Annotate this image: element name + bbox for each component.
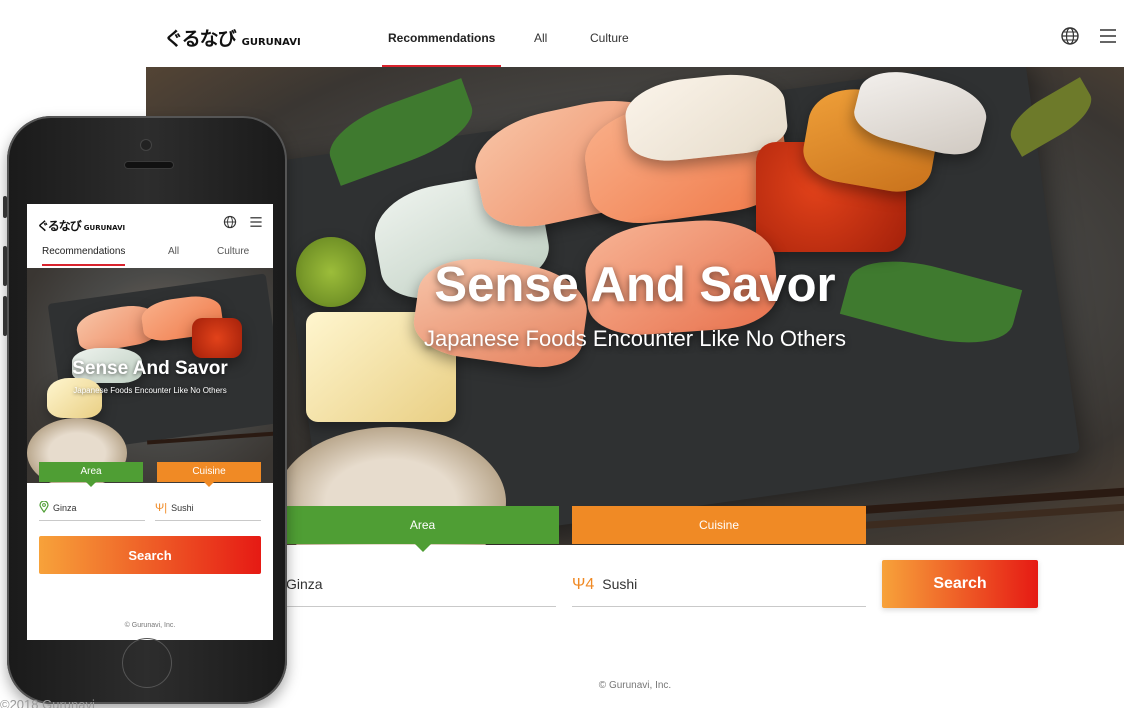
globe-icon[interactable] (223, 215, 237, 234)
cuisine-tab[interactable]: Cuisine (157, 462, 261, 487)
hero-banner: Sense And Savor Japanese Foods Encounter… (27, 268, 273, 483)
cuisine-value: Sushi (171, 502, 194, 513)
footer-copyright: © Gurunavi, Inc. (598, 680, 672, 691)
phone-speaker (125, 162, 173, 168)
fork-knife-icon: Ψ4 (572, 575, 595, 593)
map-pin-icon (39, 499, 49, 515)
phone-side-button (3, 196, 7, 218)
area-value: Ginza (286, 575, 323, 592)
fork-knife-icon: Ψ| (155, 501, 168, 514)
cuisine-field[interactable]: Ψ| Sushi (155, 495, 261, 521)
logo-japanese: ぐるなび (164, 28, 237, 50)
site-header: ぐるなび GURUNAVI Recommendations All Cultur… (146, 0, 1124, 67)
globe-icon[interactable] (1060, 26, 1080, 51)
ikura-sushi-image (192, 318, 242, 358)
area-tab[interactable]: Area (39, 462, 143, 487)
phone-screen: ぐるなび GURUNAVI Recommendations All Cultur… (27, 204, 273, 640)
cuisine-value: Sushi (602, 575, 638, 592)
footer-copyright: © Gurunavi, Inc. (124, 622, 176, 629)
phone-mockup: ぐるなび GURUNAVI Recommendations All Cultur… (3, 116, 287, 704)
hero-subtitle: Japanese Foods Encounter Like No Others (73, 386, 227, 395)
phone-camera (141, 140, 151, 150)
hero-banner: Sense And Savor Japanese Foods Encounter… (146, 67, 1124, 545)
tab-all[interactable]: All (168, 246, 179, 266)
area-field[interactable]: Ginza (39, 495, 145, 521)
logo-english: GURUNAVI (241, 37, 301, 48)
phone-side-button (3, 296, 7, 336)
gurunavi-logo[interactable]: ぐるなび GURUNAVI (164, 24, 301, 51)
area-field[interactable]: Ginza (286, 562, 556, 607)
cuisine-field[interactable]: Ψ4 Sushi (572, 562, 866, 607)
area-value: Ginza (53, 502, 77, 513)
tab-recommendations[interactable]: Recommendations (381, 31, 502, 67)
tab-all[interactable]: All (534, 31, 547, 67)
desktop-mockup: ぐるなび GURUNAVI Recommendations All Cultur… (146, 0, 1124, 708)
area-tab[interactable]: Area (286, 506, 559, 552)
logo-english: GURUNAVI (83, 224, 126, 232)
hamburger-menu-icon[interactable] (1098, 26, 1118, 51)
search-button[interactable]: Search (882, 560, 1038, 608)
image-copyright: ©2018 Gurunavi (0, 697, 95, 708)
phone-home-button (122, 638, 172, 688)
tab-culture[interactable]: Culture (590, 31, 629, 67)
hero-title: Sense And Savor (434, 258, 836, 312)
hero-title: Sense And Savor (72, 358, 228, 379)
gari-ginger-image (47, 378, 102, 418)
cuisine-tab[interactable]: Cuisine (572, 506, 866, 544)
tab-culture[interactable]: Culture (217, 246, 249, 266)
phone-side-button (3, 246, 7, 286)
search-button[interactable]: Search (39, 536, 261, 574)
tab-recommendations[interactable]: Recommendations (42, 246, 126, 266)
logo-japanese: ぐるなび (37, 219, 82, 233)
hamburger-menu-icon[interactable] (249, 215, 263, 234)
gurunavi-logo[interactable]: ぐるなび GURUNAVI (37, 217, 125, 234)
hero-subtitle: Japanese Foods Encounter Like No Others (424, 326, 846, 351)
